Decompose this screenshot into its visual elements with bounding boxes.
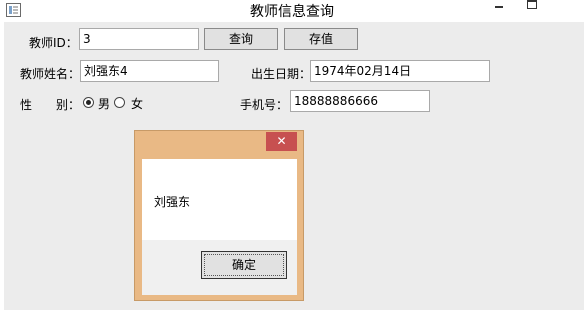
gender-male-radio[interactable]: [83, 97, 94, 108]
phone-input[interactable]: 18888886666: [290, 90, 430, 112]
name-input[interactable]: 刘强东4: [80, 60, 219, 82]
ok-button[interactable]: 确定: [201, 251, 287, 279]
dialog-close-button[interactable]: ✕: [266, 132, 297, 151]
maximize-icon[interactable]: [525, 0, 539, 10]
dialog-message: 刘强东: [154, 195, 191, 209]
teacher-id-input[interactable]: 3: [79, 28, 199, 50]
window-close-button[interactable]: [558, 0, 572, 10]
dialog-body: 刘强东: [142, 159, 297, 240]
gender-female-label: 女: [131, 97, 144, 111]
minimize-icon[interactable]: [492, 0, 506, 10]
gender-label: 性 别：: [20, 98, 81, 112]
dialog-footer: 确定: [142, 240, 297, 295]
save-button[interactable]: 存值: [284, 28, 358, 50]
phone-label: 手机号：: [240, 98, 289, 112]
gender-male-label: 男: [98, 97, 111, 111]
teacher-id-label: 教师ID：: [29, 36, 78, 50]
name-label: 教师姓名：: [20, 67, 81, 81]
birth-date-label: 出生日期：: [251, 67, 312, 81]
query-button[interactable]: 查询: [204, 28, 278, 50]
message-dialog: ✕ 刘强东 确定: [134, 130, 304, 301]
title-bar: 教师信息查询: [0, 0, 584, 22]
birth-date-input[interactable]: 1974年02月14日: [310, 60, 490, 82]
gender-female-radio[interactable]: [114, 97, 125, 108]
